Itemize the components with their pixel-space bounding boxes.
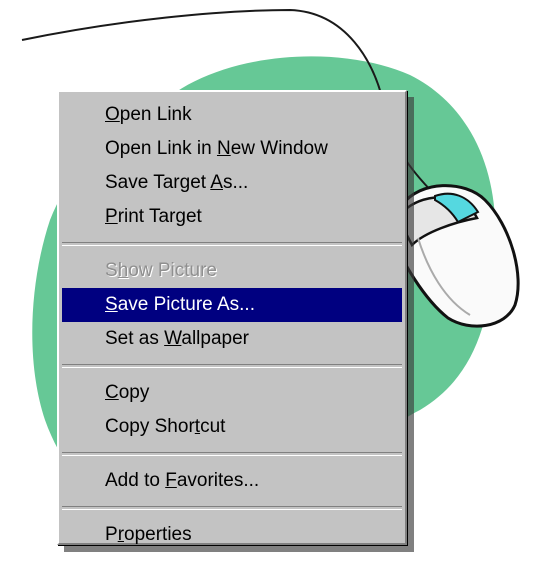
menu-item-open-link[interactable]: Open Link xyxy=(59,98,405,132)
menu-item-show-picture: Show Picture xyxy=(105,260,217,281)
menu-separator xyxy=(62,364,402,368)
menu-item-save-target-as[interactable]: Save Target As... xyxy=(59,166,405,200)
menu-item-print-target[interactable]: Print Target xyxy=(59,200,405,234)
menu-separator xyxy=(62,242,402,246)
menu-separator xyxy=(62,506,402,510)
menu-item-save-picture-as[interactable]: Save Picture As... xyxy=(62,288,402,322)
menu-item-set-as-wallpaper[interactable]: Set as Wallpaper xyxy=(59,322,405,356)
menu-item-add-to-favorites[interactable]: Add to Favorites... xyxy=(59,464,405,498)
context-menu: Open Link Open Link in New Window Save T… xyxy=(57,90,407,545)
menu-item-open-link-new-window[interactable]: Open Link in New Window xyxy=(59,132,405,166)
menu-item-copy[interactable]: Copy xyxy=(59,376,405,410)
scene: Open Link Open Link in New Window Save T… xyxy=(0,0,536,565)
menu-item-properties[interactable]: Properties xyxy=(59,518,405,552)
menu-item-copy-shortcut[interactable]: Copy Shortcut xyxy=(59,410,405,444)
menu-separator xyxy=(62,452,402,456)
